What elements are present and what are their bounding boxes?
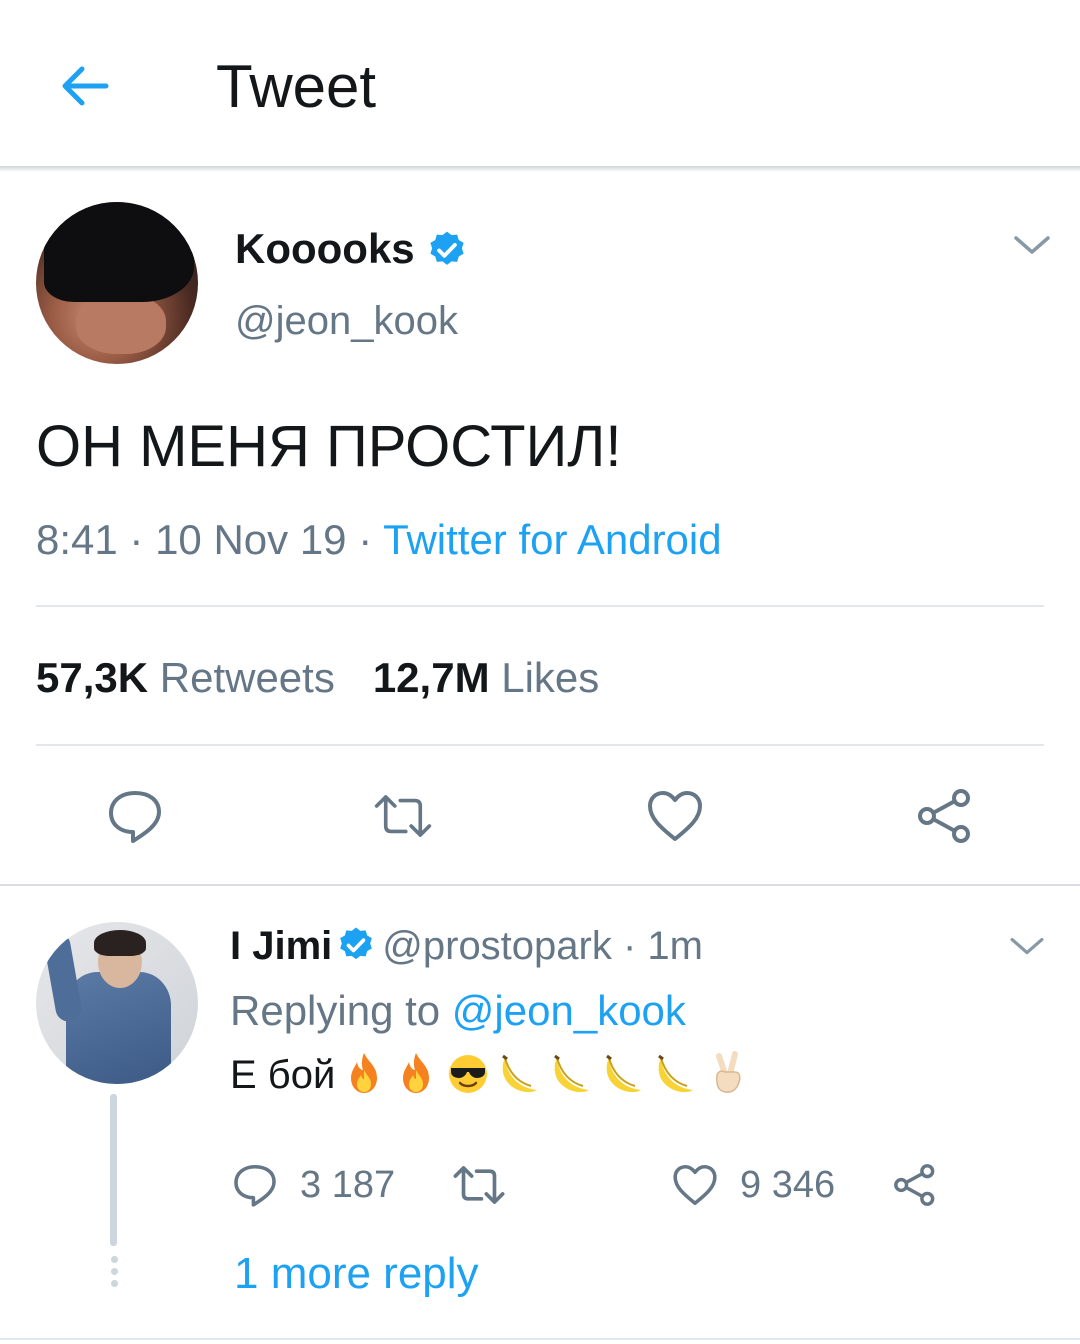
tweet-stats: 57,3K Retweets 12,7M Likes — [36, 652, 599, 704]
likes-stat[interactable]: 12,7M Likes — [373, 654, 599, 701]
heart-icon — [673, 1164, 717, 1206]
retweets-stat[interactable]: 57,3K Retweets — [36, 654, 335, 701]
reply-like-button[interactable]: 9 346 — [672, 1160, 835, 1210]
share-button[interactable] — [915, 786, 975, 846]
divider — [0, 1338, 1080, 1340]
replying-to-mention[interactable]: @jeon_kook — [452, 987, 686, 1034]
chevron-down-icon[interactable] — [1012, 232, 1052, 260]
tweet-source-link[interactable]: Twitter for Android — [383, 516, 721, 563]
page-title: Tweet — [216, 53, 377, 120]
divider — [36, 744, 1044, 746]
reply-text: Е бой — [230, 1053, 336, 1097]
tweet-meta: 8:41 · 10 Nov 19 · Twitter for Android — [36, 516, 722, 563]
share-icon — [894, 1164, 935, 1206]
reply-author-handle[interactable]: @prostopark — [382, 924, 612, 968]
reply-text-row: Е бой — [230, 1050, 751, 1100]
tweet-date: 10 Nov 19 — [155, 516, 347, 563]
replying-prefix: Replying to — [230, 987, 441, 1034]
banana-emoji-icon — [502, 1054, 538, 1093]
reply-button[interactable] — [105, 786, 165, 846]
thread-dot — [111, 1256, 118, 1263]
like-button[interactable] — [645, 786, 705, 846]
victory-hand-emoji-icon — [716, 1051, 741, 1093]
fire-emoji-icon — [351, 1053, 378, 1093]
retweets-count: 57,3K — [36, 654, 149, 701]
reply-reply-button[interactable]: 3 187 — [232, 1160, 395, 1210]
likes-count: 12,7M — [372, 654, 490, 701]
thread-line — [110, 1094, 117, 1246]
banana-emoji-icon — [658, 1054, 694, 1093]
reply-reply-count: 3 187 — [300, 1163, 396, 1206]
back-arrow-icon — [62, 66, 109, 106]
emoji-row — [341, 1050, 751, 1096]
retweets-label: Retweets — [159, 654, 335, 701]
sunglasses-face-emoji-icon — [449, 1055, 488, 1093]
banana-emoji-icon — [554, 1054, 590, 1093]
thread-dot — [111, 1268, 118, 1275]
retweet-icon — [374, 795, 432, 837]
author-name[interactable]: Kooooks — [235, 224, 415, 274]
reply-time: 1m — [647, 924, 703, 968]
back-button[interactable] — [56, 58, 112, 114]
tweet-time: 8:41 — [36, 516, 118, 563]
heart-icon — [648, 791, 702, 841]
header-divider — [0, 166, 1080, 172]
top-app-bar — [0, 0, 1080, 168]
verified-badge-icon — [340, 927, 373, 960]
verified-badge-icon — [430, 231, 464, 265]
replying-to: Replying to @jeon_kook — [230, 986, 686, 1036]
chevron-down-icon[interactable] — [1008, 934, 1046, 960]
reply-author-name[interactable]: I Jimi — [230, 924, 332, 968]
banana-emoji-icon — [606, 1054, 642, 1093]
reply-bubble-icon — [109, 791, 161, 843]
thread-dot — [111, 1280, 118, 1287]
likes-label: Likes — [501, 654, 600, 701]
section-divider — [0, 884, 1080, 886]
fire-emoji-icon — [403, 1053, 430, 1093]
reply-bubble-icon — [234, 1164, 276, 1207]
reply-header: I Jimi @prostopark · 1m — [230, 924, 703, 968]
reply-author-avatar[interactable] — [36, 922, 198, 1084]
reply-like-count: 9 346 — [740, 1163, 836, 1206]
author-handle[interactable]: @jeon_kook — [235, 296, 458, 346]
share-icon — [918, 789, 970, 843]
retweet-icon — [453, 1166, 505, 1204]
retweet-button[interactable] — [373, 786, 433, 846]
reply-retweet-button[interactable] — [452, 1160, 528, 1210]
author-avatar[interactable] — [36, 202, 198, 364]
divider — [36, 605, 1044, 607]
tweet-text: ОН МЕНЯ ПРОСТИЛ! — [36, 414, 622, 479]
reply-share-button[interactable] — [892, 1160, 960, 1210]
more-replies-link[interactable]: 1 more reply — [234, 1248, 479, 1300]
